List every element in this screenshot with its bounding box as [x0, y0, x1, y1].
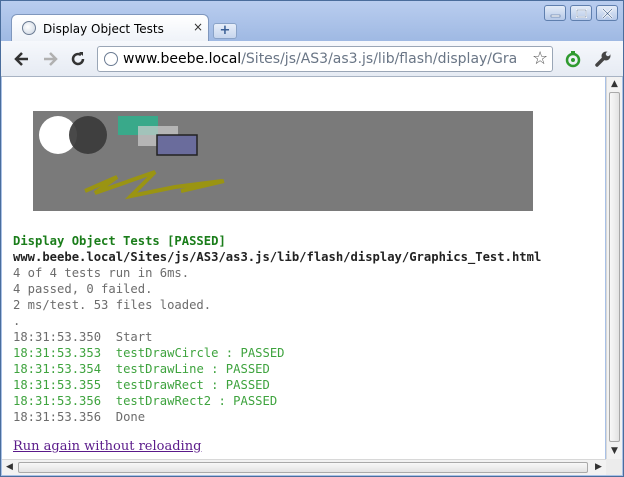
- log-time: 18:31:53.350: [13, 330, 102, 344]
- minimize-icon: [550, 14, 561, 18]
- log-line: 18:31:53.355 testDrawRect : PASSED: [13, 377, 541, 393]
- results-title: Display Object Tests [PASSED]: [13, 234, 226, 248]
- summary-line: 2 ms/test. 53 files loaded.: [13, 298, 212, 312]
- log-text: Start: [115, 330, 153, 344]
- wrench-icon[interactable]: [593, 49, 613, 69]
- outlined-rect: [156, 134, 198, 156]
- graphics-test-canvas: [33, 111, 533, 211]
- results-url: www.beebe.local/Sites/js/AS3/as3.js/lib/…: [13, 250, 542, 264]
- tab-close-icon[interactable]: ×: [192, 21, 204, 33]
- title-bar: Display Object Tests × +: [1, 1, 623, 42]
- reload-icon[interactable]: [68, 49, 88, 69]
- log-text: testDrawCircle : PASSED: [115, 346, 285, 360]
- scroll-right-arrow-icon[interactable]: ▶: [591, 460, 606, 475]
- browser-window: Display Object Tests × + www.beebe.local…: [0, 0, 624, 477]
- back-arrow-icon[interactable]: [12, 49, 32, 69]
- close-icon: [602, 8, 613, 19]
- close-window-button[interactable]: [596, 5, 618, 21]
- horizontal-scroll-thumb[interactable]: [18, 462, 588, 473]
- vertical-scroll-thumb[interactable]: [609, 92, 620, 442]
- log-line: 18:31:53.350 Start: [13, 329, 541, 345]
- run-again-link[interactable]: Run again without reloading: [13, 439, 201, 454]
- new-tab-button[interactable]: +: [213, 23, 237, 39]
- summary-line: 4 of 4 tests run in 6ms.: [13, 266, 190, 280]
- star-icon[interactable]: ☆: [532, 48, 548, 70]
- browser-toolbar: www.beebe.local/Sites/js/AS3/as3.js/lib/…: [1, 41, 623, 77]
- url-host: www.beebe.local: [123, 51, 242, 67]
- log-line: 18:31:53.356 testDrawRect2 : PASSED: [13, 393, 541, 409]
- log-time: 18:31:53.356: [13, 410, 102, 424]
- tab-title: Display Object Tests: [43, 22, 164, 36]
- page-content: Display Object Tests [PASSED] www.beebe.l…: [2, 77, 605, 459]
- url-text[interactable]: www.beebe.local/Sites/js/AS3/as3.js/lib/…: [123, 51, 518, 67]
- log-time: 18:31:53.355: [13, 378, 102, 392]
- log-text: testDrawRect2 : PASSED: [115, 394, 278, 408]
- log-time: 18:31:53.354: [13, 362, 102, 376]
- log-text: testDrawRect : PASSED: [115, 378, 270, 392]
- page-favicon-icon: [22, 21, 36, 35]
- vertical-scrollbar[interactable]: ▲ ▼: [606, 77, 622, 459]
- scroll-left-arrow-icon[interactable]: ◀: [2, 460, 17, 475]
- log-line: 18:31:53.356 Done: [13, 409, 541, 425]
- log-time: 18:31:53.353: [13, 346, 102, 360]
- log-time: 18:31:53.356: [13, 394, 102, 408]
- scroll-down-arrow-icon[interactable]: ▼: [607, 444, 622, 459]
- forward-arrow-icon[interactable]: [40, 49, 60, 69]
- url-path: /Sites/js/AS3/as3.js/lib/flash/display/G…: [241, 51, 518, 67]
- maximize-icon: [576, 9, 587, 18]
- scrollbar-corner: [606, 459, 622, 475]
- page-icon: [104, 52, 118, 66]
- horizontal-scrollbar[interactable]: ◀ ▶: [2, 459, 606, 475]
- test-results: Display Object Tests [PASSED] www.beebe.l…: [13, 233, 541, 425]
- extension-icon[interactable]: [563, 49, 583, 69]
- scroll-up-arrow-icon[interactable]: ▲: [607, 77, 622, 92]
- tab-display-object-tests[interactable]: Display Object Tests ×: [11, 14, 209, 42]
- minimize-button[interactable]: [544, 5, 566, 21]
- log-line: 18:31:53.354 testDrawLine : PASSED: [13, 361, 541, 377]
- maximize-button[interactable]: [570, 5, 592, 21]
- log-text: Done: [115, 410, 146, 424]
- dark-circle: [69, 116, 107, 154]
- summary-line: .: [13, 314, 21, 328]
- address-bar[interactable]: www.beebe.local/Sites/js/AS3/as3.js/lib/…: [97, 46, 553, 72]
- log-text: testDrawLine : PASSED: [115, 362, 270, 376]
- summary-line: 4 passed, 0 failed.: [13, 282, 153, 296]
- log-line: 18:31:53.353 testDrawCircle : PASSED: [13, 345, 541, 361]
